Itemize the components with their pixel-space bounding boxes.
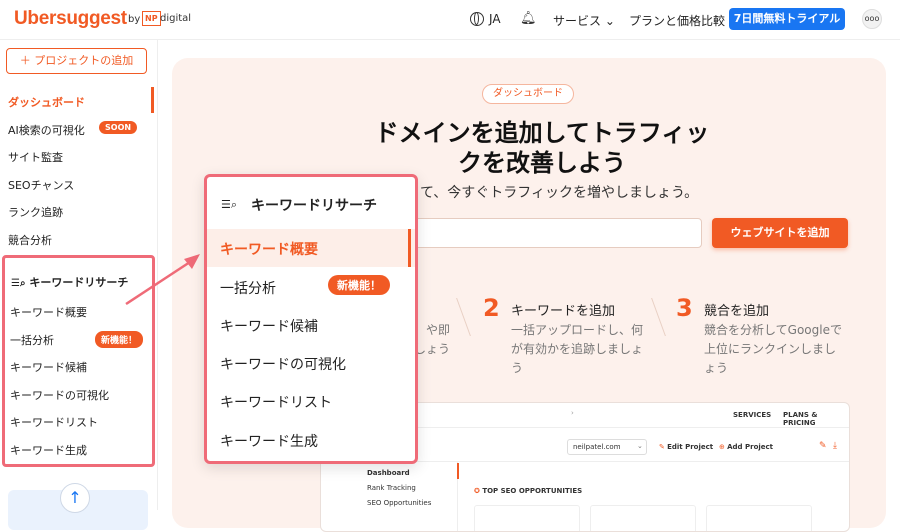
popup-item-keyword-visualization[interactable]: キーワードの可視化 <box>220 354 346 374</box>
popup-active-bar <box>408 229 411 267</box>
arrow-line <box>125 260 191 306</box>
arrow-head <box>184 254 200 269</box>
popup-item-keyword-overview[interactable]: キーワード概要 <box>220 239 318 259</box>
callout-arrow <box>125 254 200 306</box>
keyword-research-popup: ☰⌕ キーワードリサーチ キーワード概要 一括分析 新機能！ キーワード候補 キ… <box>204 174 418 464</box>
popup-title: キーワードリサーチ <box>251 198 377 214</box>
keyword-research-icon: ☰⌕ <box>221 198 238 211</box>
popup-item-bulk-analysis[interactable]: 一括分析 <box>220 278 276 298</box>
popup-new-feature-badge: 新機能！ <box>328 275 390 295</box>
popup-item-keyword-lists[interactable]: キーワードリスト <box>220 392 332 412</box>
popup-item-keyword-generator[interactable]: キーワード生成 <box>220 431 318 451</box>
popup-item-keyword-ideas[interactable]: キーワード候補 <box>220 316 318 336</box>
